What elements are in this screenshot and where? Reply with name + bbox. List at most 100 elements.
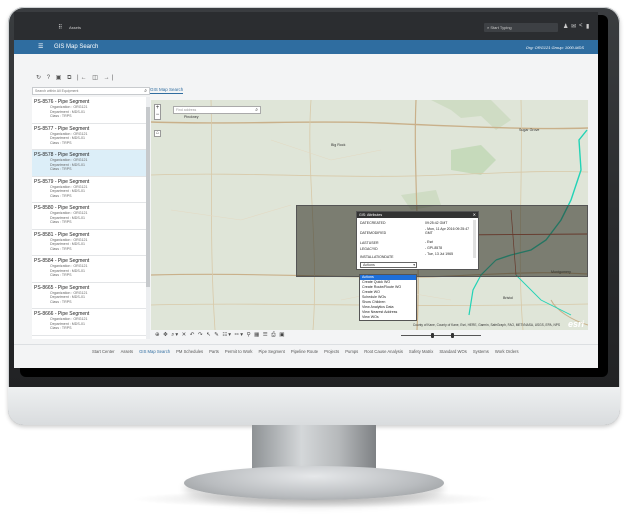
help-icon[interactable]: ?: [47, 75, 52, 81]
nav-tab[interactable]: PM Schedules: [176, 349, 203, 354]
time-slider-start-handle[interactable]: [431, 333, 434, 338]
mail-icon[interactable]: ✉: [571, 23, 576, 30]
monitor-chin: [8, 387, 620, 425]
bottom-nav: Start Center Assets GIS Map Search PM Sched…: [14, 344, 598, 358]
gis-map[interactable]: + − Find address ⌕ ⌂ Pinckney Big Rock S…: [151, 100, 588, 330]
attr-value: - GPI-8578: [425, 246, 443, 250]
equipment-class: Class : TRPS: [50, 273, 72, 278]
nav-tab[interactable]: Pipe Segment: [259, 349, 285, 354]
actions-dropdown-menu: Actions Create Quick WO Create Route/Route…: [359, 274, 417, 321]
nav-tab[interactable]: Standard WOs: [439, 349, 466, 354]
list-item[interactable]: PS-8666 - Pipe Segment Organization : ORG…: [32, 309, 150, 336]
equipment-search-placeholder: Search within All Equipment: [35, 89, 79, 93]
nav-tab[interactable]: Systems: [473, 349, 489, 354]
zoom-in-button[interactable]: +: [155, 105, 160, 112]
save-icon[interactable]: ▣: [56, 75, 64, 81]
popup-scrollbar[interactable]: [473, 220, 476, 258]
search-icon[interactable]: ⌕: [255, 107, 258, 113]
global-search-placeholder: Start Typing: [490, 25, 512, 30]
equipment-list-scrollbar[interactable]: [146, 97, 150, 339]
attr-label: LASTUSER: [360, 241, 379, 245]
global-search-input[interactable]: ⌕ Start Typing: [484, 23, 558, 32]
list-item[interactable]: PS-8580 - Pipe Segment Organization : ORG…: [32, 203, 150, 230]
nav-tab[interactable]: Parts: [209, 349, 219, 354]
nav-tab[interactable]: Permit to Work: [225, 349, 253, 354]
select-tool-icon[interactable]: ↖: [206, 332, 212, 338]
copy-icon[interactable]: ⧉: [67, 75, 73, 81]
nav-tab[interactable]: Work Orders: [495, 349, 519, 354]
place-label: Pinckney: [184, 115, 199, 119]
equipment-class: Class : TRPS: [50, 326, 72, 331]
nav-tab[interactable]: Start Center: [92, 349, 115, 354]
attr-label: LEGACYID: [360, 247, 378, 251]
equipment-class: Class : TRPS: [50, 246, 72, 251]
page-title: GIS Map Search: [54, 44, 99, 50]
zoom-out-button[interactable]: −: [155, 112, 160, 119]
list-item[interactable]: PS-8581 - Pipe Segment Organization : ORG…: [32, 230, 150, 256]
redo-icon[interactable]: ↷: [198, 332, 204, 338]
menu-item[interactable]: View WOs: [360, 315, 416, 320]
nav-tab[interactable]: Root Cause Analysis: [364, 349, 403, 354]
print-icon[interactable]: ⎙: [271, 332, 276, 338]
equipment-class: Class : TRPS: [50, 193, 72, 198]
popup-header: GIS: Attributes ✕: [357, 212, 478, 218]
zoom-in-tool-icon[interactable]: ⊕: [155, 332, 161, 338]
home-extent-icon[interactable]: ⌂: [154, 130, 161, 137]
time-slider[interactable]: [401, 333, 481, 338]
attr-label: DATEMODIFIED: [360, 231, 387, 235]
list-item[interactable]: PS-8579 - Pipe Segment Organization : ORG…: [32, 177, 150, 203]
list-item[interactable]: PS-8577 - Pipe Segment Organization : ORG…: [32, 124, 150, 150]
layout-icon[interactable]: ◫: [92, 75, 100, 81]
list-item[interactable]: PS-8665 - Pipe Segment Organization : ORG…: [32, 283, 150, 309]
nav-tab[interactable]: Safety Matrix: [409, 349, 433, 354]
grid-icon[interactable]: ▦: [254, 332, 260, 338]
list-item[interactable]: PS-8576 - Pipe Segment Organization : ORG…: [32, 97, 150, 124]
draw-tool-icon[interactable]: ✎: [214, 332, 220, 338]
last-record-icon[interactable]: →|: [104, 75, 116, 81]
layers-icon[interactable]: ☰: [263, 332, 269, 338]
actions-select-value: Actions: [363, 263, 375, 267]
app-launcher-icon[interactable]: ⠿: [58, 24, 62, 31]
undo-icon[interactable]: ↶: [190, 332, 196, 338]
zoom-tool-icon[interactable]: ⌕▾: [171, 332, 179, 338]
close-icon[interactable]: ✕: [473, 212, 476, 217]
attr-value: - Mon, 11 Apr 2016 09:25:47 GMT: [425, 227, 470, 235]
zoom-control: + −: [154, 104, 161, 120]
tab-gis-map-search[interactable]: GIS Map Search: [150, 87, 184, 94]
equipment-class: Class : TRPS: [50, 167, 72, 172]
nav-tab[interactable]: GIS Map Search: [139, 349, 170, 354]
find-address-placeholder: Find address: [176, 108, 197, 112]
equipment-list: PS-8576 - Pipe Segment Organization : ORG…: [32, 97, 150, 339]
list-item[interactable]: PS-8578 - Pipe Segment Organization : ORG…: [32, 150, 150, 177]
timeline-icon[interactable]: ▣: [279, 332, 285, 338]
bookmark-icon[interactable]: ▮: [586, 23, 589, 30]
equipment-search-input[interactable]: Search within All Equipment ⌕: [32, 87, 150, 95]
scrollbar-thumb[interactable]: [146, 107, 150, 287]
refresh-icon[interactable]: ↻: [36, 75, 43, 81]
filter-tool-icon[interactable]: ☷▾: [222, 332, 232, 338]
nav-tab[interactable]: Assets: [121, 349, 134, 354]
nav-tab[interactable]: Pumps: [345, 349, 358, 354]
location-pin-icon[interactable]: ⚲: [247, 332, 252, 338]
user-icon[interactable]: ♟: [563, 23, 568, 30]
first-record-icon[interactable]: |←: [77, 75, 89, 81]
share-icon[interactable]: <: [579, 23, 583, 29]
equipment-class: Class : TRPS: [50, 114, 72, 119]
search-icon[interactable]: ⌕: [144, 88, 147, 94]
hamburger-menu-icon[interactable]: ☰: [38, 43, 43, 50]
nav-tab[interactable]: Projects: [324, 349, 339, 354]
nav-tab[interactable]: Pipeline Route: [291, 349, 318, 354]
actions-select[interactable]: Actions ▾: [360, 262, 417, 268]
org-info: Org: ORG121 Group: 1000-MDS: [525, 45, 584, 50]
draw-line-icon[interactable]: ✏▾: [235, 332, 244, 338]
monitor-stand-base: [184, 466, 444, 500]
equipment-class: Class : TRPS: [50, 220, 72, 225]
time-slider-end-handle[interactable]: [451, 333, 454, 338]
measure-tool-icon[interactable]: ✕: [182, 332, 188, 338]
attr-value: 09:25:42 GMT: [425, 221, 448, 225]
pan-tool-icon[interactable]: ✥: [163, 332, 169, 338]
title-bar: ☰ GIS Map Search Org: ORG121 Group: 1000…: [14, 40, 598, 54]
list-item[interactable]: PS-8584 - Pipe Segment Organization : ORG…: [32, 256, 150, 283]
app-brand: Assets: [69, 25, 82, 30]
find-address-input[interactable]: Find address ⌕: [173, 106, 261, 114]
